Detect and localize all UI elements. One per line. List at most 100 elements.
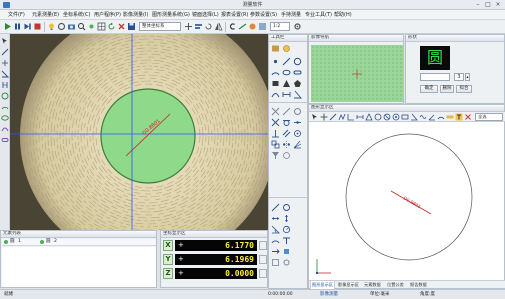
ruler-icon[interactable]: [446, 113, 454, 121]
list-item[interactable]: 圆 1 圆 2: [2, 239, 156, 246]
wave-icon[interactable]: [419, 113, 427, 121]
dim-vertical-icon[interactable]: [282, 214, 291, 223]
coordinate-zero-button[interactable]: [259, 269, 267, 278]
select-tool-icon[interactable]: [1, 37, 9, 45]
coordinate-system-select[interactable]: 整体坐标系: [139, 22, 181, 31]
delete-button[interactable]: 删除: [440, 85, 454, 93]
ellipse-tool-icon[interactable]: [1, 114, 9, 122]
arc-draw-icon[interactable]: [437, 113, 445, 121]
angle-tool-icon[interactable]: [1, 70, 9, 78]
pause-icon[interactable]: [13, 22, 22, 31]
dim-fill-icon[interactable]: [282, 247, 291, 256]
auto-icon[interactable]: [248, 22, 257, 31]
dim-angle-icon[interactable]: [271, 225, 280, 234]
pan-icon[interactable]: [320, 113, 328, 121]
dim-clear-icon[interactable]: [271, 258, 280, 267]
tangent-icon[interactable]: [282, 118, 291, 127]
curve-tool-icon[interactable]: [1, 125, 9, 133]
rect-draw-icon[interactable]: [401, 113, 409, 121]
circle-draw-icon[interactable]: [374, 113, 382, 121]
menu-tools[interactable]: 专业工具(T): [305, 11, 332, 19]
align-icon[interactable]: [194, 22, 203, 31]
tab-report-data[interactable]: 报告数据: [409, 281, 428, 289]
graphics-canvas[interactable]: D0.8801: [309, 123, 505, 281]
erase-icon[interactable]: [464, 113, 472, 121]
triangle-icon[interactable]: [282, 79, 291, 88]
datum-icon[interactable]: [282, 151, 291, 160]
menu-lens[interactable]: 镜面选择(L): [192, 11, 219, 19]
edge-icon[interactable]: [258, 22, 267, 31]
ellipse-icon[interactable]: [282, 68, 291, 77]
angle-draw-icon[interactable]: [410, 113, 418, 121]
axis-label[interactable]: Y: [163, 254, 173, 265]
origin-icon[interactable]: [184, 22, 193, 31]
intersect-icon[interactable]: [271, 118, 280, 127]
rotate-icon[interactable]: [204, 22, 213, 31]
arc-icon[interactable]: [271, 68, 280, 77]
dim-horizontal-icon[interactable]: [271, 214, 280, 223]
perpendicular-icon[interactable]: [271, 129, 280, 138]
grid-icon[interactable]: [97, 22, 106, 31]
polygon-icon[interactable]: [293, 79, 302, 88]
save-icon[interactable]: [127, 22, 136, 31]
stop-icon[interactable]: [33, 22, 42, 31]
circle-tool-icon[interactable]: [1, 92, 9, 100]
construct-line-icon[interactable]: [282, 107, 291, 116]
line-tool-icon[interactable]: [1, 48, 9, 56]
width-tool-icon[interactable]: [1, 81, 9, 89]
dim-settings-icon[interactable]: [282, 258, 291, 267]
menu-file[interactable]: 文件(F): [8, 11, 25, 19]
coordinate-zero-button[interactable]: [259, 241, 267, 250]
line-icon[interactable]: [282, 57, 291, 66]
symmetry-icon[interactable]: [282, 140, 291, 149]
element-list-body[interactable]: [2, 247, 156, 287]
dim-text-icon[interactable]: [282, 236, 291, 245]
delete-icon[interactable]: [117, 22, 126, 31]
menu-element[interactable]: 元素测量(E): [32, 11, 59, 19]
display-select[interactable]: 全选: [475, 113, 503, 121]
run-icon[interactable]: [3, 22, 12, 31]
dim-line-icon[interactable]: [271, 203, 280, 212]
line-draw-icon[interactable]: [329, 113, 337, 121]
construct-point-icon[interactable]: [271, 107, 280, 116]
dim-arc-icon[interactable]: [271, 236, 280, 245]
text-tool-icon[interactable]: [455, 113, 463, 121]
axis-label[interactable]: X: [163, 240, 173, 251]
point-tool-icon[interactable]: [1, 59, 9, 67]
center-icon[interactable]: [293, 129, 302, 138]
settings-icon[interactable]: [293, 22, 302, 31]
tab-graphics[interactable]: 图形显示区: [310, 281, 335, 289]
filter-icon[interactable]: [271, 151, 280, 160]
measure-icon[interactable]: [238, 22, 247, 31]
menu-report[interactable]: 报表设置(R): [221, 11, 248, 19]
arc-tool-icon[interactable]: [1, 103, 9, 111]
points-value[interactable]: 3: [454, 73, 464, 81]
close-button[interactable]: ×: [493, 1, 503, 9]
triangle-draw-icon[interactable]: [365, 113, 373, 121]
dim-arrow-icon[interactable]: [271, 247, 280, 256]
menu-help[interactable]: 帮助(H): [334, 11, 352, 19]
maximize-button[interactable]: □: [483, 1, 493, 9]
select-icon[interactable]: [311, 113, 319, 121]
polyline-icon[interactable]: [338, 113, 346, 121]
parallel-icon[interactable]: [282, 129, 291, 138]
construct-circle-icon[interactable]: [293, 107, 302, 116]
circle-icon[interactable]: [293, 57, 302, 66]
corner-icon[interactable]: [347, 113, 355, 121]
slot-icon[interactable]: [293, 68, 302, 77]
points-field[interactable]: [420, 73, 450, 81]
coordinate-zero-button[interactable]: [259, 255, 267, 264]
dim-h-icon[interactable]: [356, 113, 364, 121]
dim-radius-icon[interactable]: [282, 225, 291, 234]
rectangle-icon[interactable]: [271, 79, 280, 88]
image-tool-icon[interactable]: [271, 44, 280, 53]
navigation-preview[interactable]: [311, 45, 403, 102]
tab-position-tolerance[interactable]: 位置公差: [386, 281, 405, 289]
slot-tool-icon[interactable]: [1, 136, 9, 144]
light-tool-icon[interactable]: [282, 44, 291, 53]
step-icon[interactable]: [23, 22, 32, 31]
c-icon[interactable]: [228, 22, 237, 31]
offset-icon[interactable]: [271, 140, 280, 149]
zoom-icon[interactable]: [77, 22, 86, 31]
capture-icon[interactable]: [67, 22, 76, 31]
